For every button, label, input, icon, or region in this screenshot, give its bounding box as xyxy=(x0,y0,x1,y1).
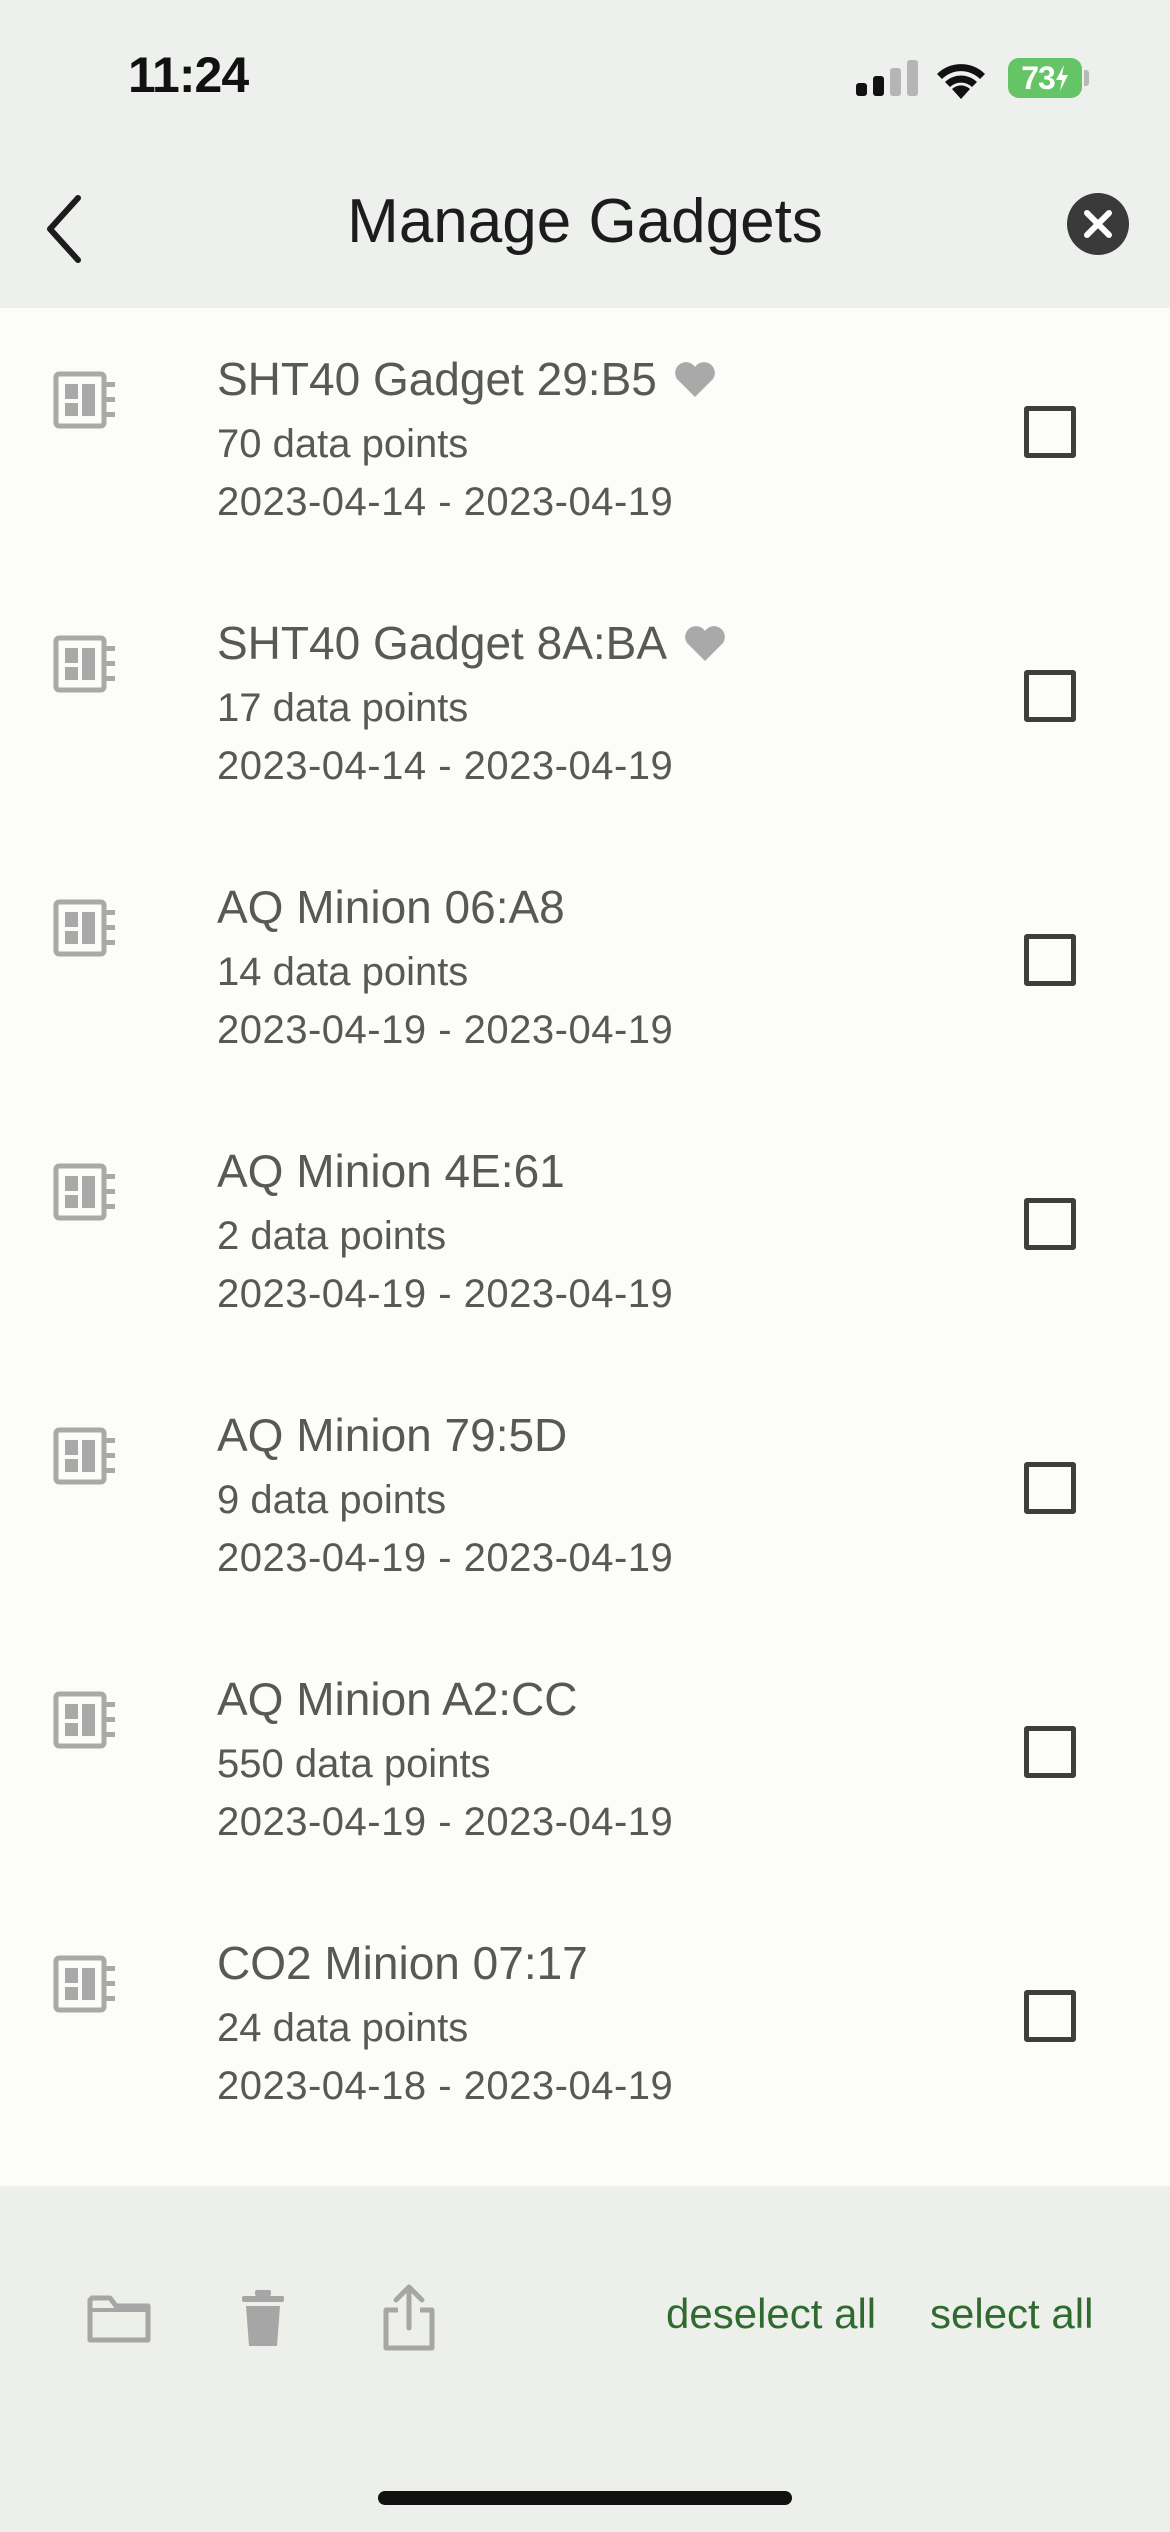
charging-bolt-icon xyxy=(1055,65,1068,91)
bottom-toolbar: deselect all select all xyxy=(0,2186,1170,2532)
gadget-row[interactable]: SHT40 Gadget 29:B5 70 data points 2023-0… xyxy=(0,308,1170,572)
gadget-name: AQ Minion 06:A8 xyxy=(217,881,565,933)
share-icon[interactable] xyxy=(374,2282,444,2352)
gadget-name: AQ Minion A2:CC xyxy=(217,1673,578,1725)
wifi-icon xyxy=(937,64,985,99)
battery-percent: 73 xyxy=(1021,59,1056,96)
gadget-data-points: 2 data points xyxy=(217,1214,447,1258)
gadget-checkbox[interactable] xyxy=(1024,1198,1076,1250)
gadget-data-points: 9 data points xyxy=(217,1478,447,1522)
gadget-date-range: 2023-04-14 - 2023-04-19 xyxy=(217,744,674,788)
gadget-name: AQ Minion 79:5D xyxy=(217,1409,568,1461)
gadget-row[interactable]: AQ Minion A2:CC 550 data points 2023-04-… xyxy=(0,1628,1170,1892)
gadget-row[interactable]: AQ Minion 4E:61 2 data points 2023-04-19… xyxy=(0,1100,1170,1364)
status-bar: 11:24 73 xyxy=(0,0,1170,150)
gadget-checkbox[interactable] xyxy=(1024,670,1076,722)
gadget-date-range: 2023-04-19 - 2023-04-19 xyxy=(217,1800,674,1844)
gadget-name: AQ Minion 4E:61 xyxy=(217,1145,565,1197)
gadget-date-range: 2023-04-19 - 2023-04-19 xyxy=(217,1272,674,1316)
close-button[interactable] xyxy=(1067,193,1129,255)
select-all-button[interactable]: select all xyxy=(930,2290,1093,2338)
gadget-date-range: 2023-04-18 - 2023-04-19 xyxy=(217,2064,674,2108)
gadget-device-icon xyxy=(53,1427,115,1485)
page-title: Manage Gadgets xyxy=(347,187,823,256)
gadget-device-icon xyxy=(53,1691,115,1749)
status-time: 11:24 xyxy=(128,47,249,103)
battery-icon: 73 xyxy=(1008,58,1082,98)
nav-header: Manage Gadgets xyxy=(0,150,1170,308)
gadget-list: SHT40 Gadget 29:B5 70 data points 2023-0… xyxy=(0,308,1170,2186)
folder-icon[interactable] xyxy=(84,2282,154,2352)
gadget-row[interactable]: SHT40 Gadget 8A:BA 17 data points 2023-0… xyxy=(0,572,1170,836)
gadget-date-range: 2023-04-19 - 2023-04-19 xyxy=(217,1008,674,1052)
gadget-data-points: 70 data points xyxy=(217,422,469,466)
gadget-checkbox[interactable] xyxy=(1024,1462,1076,1514)
gadget-device-icon xyxy=(53,1955,115,2013)
gadget-row[interactable]: AQ Minion 79:5D 9 data points 2023-04-19… xyxy=(0,1364,1170,1628)
trash-icon[interactable] xyxy=(228,2282,298,2352)
gadget-name-text: SHT40 Gadget 8A:BA xyxy=(217,617,668,669)
gadget-data-points: 17 data points xyxy=(217,686,469,730)
gadget-device-icon xyxy=(53,1163,115,1221)
gadget-device-icon xyxy=(53,371,115,429)
gadget-checkbox[interactable] xyxy=(1024,1990,1076,2042)
gadget-name-text: SHT40 Gadget 29:B5 xyxy=(217,353,657,405)
gadget-name: SHT40 Gadget 8A:BA xyxy=(217,616,727,670)
cellular-signal-icon xyxy=(856,60,918,96)
gadget-device-icon xyxy=(53,899,115,957)
heart-icon xyxy=(675,362,715,397)
gadget-data-points: 14 data points xyxy=(217,950,469,994)
gadget-checkbox[interactable] xyxy=(1024,1726,1076,1778)
gadget-name: CO2 Minion 07:17 xyxy=(217,1937,588,1989)
gadget-checkbox[interactable] xyxy=(1024,406,1076,458)
battery-nub xyxy=(1084,70,1089,86)
gadget-data-points: 24 data points xyxy=(217,2006,469,2050)
gadget-date-range: 2023-04-14 - 2023-04-19 xyxy=(217,480,674,524)
heart-icon xyxy=(685,626,725,661)
gadget-row[interactable]: CO2 Minion 07:17 24 data points 2023-04-… xyxy=(0,1892,1170,2156)
home-indicator xyxy=(378,2491,792,2505)
deselect-all-button[interactable]: deselect all xyxy=(666,2290,876,2338)
gadget-name: SHT40 Gadget 29:B5 xyxy=(217,352,717,406)
gadget-date-range: 2023-04-19 - 2023-04-19 xyxy=(217,1536,674,1580)
close-circle-icon xyxy=(1084,210,1112,238)
gadget-row[interactable]: AQ Minion 06:A8 14 data points 2023-04-1… xyxy=(0,836,1170,1100)
gadget-checkbox[interactable] xyxy=(1024,934,1076,986)
gadget-device-icon xyxy=(53,635,115,693)
gadget-data-points: 550 data points xyxy=(217,1742,491,1786)
